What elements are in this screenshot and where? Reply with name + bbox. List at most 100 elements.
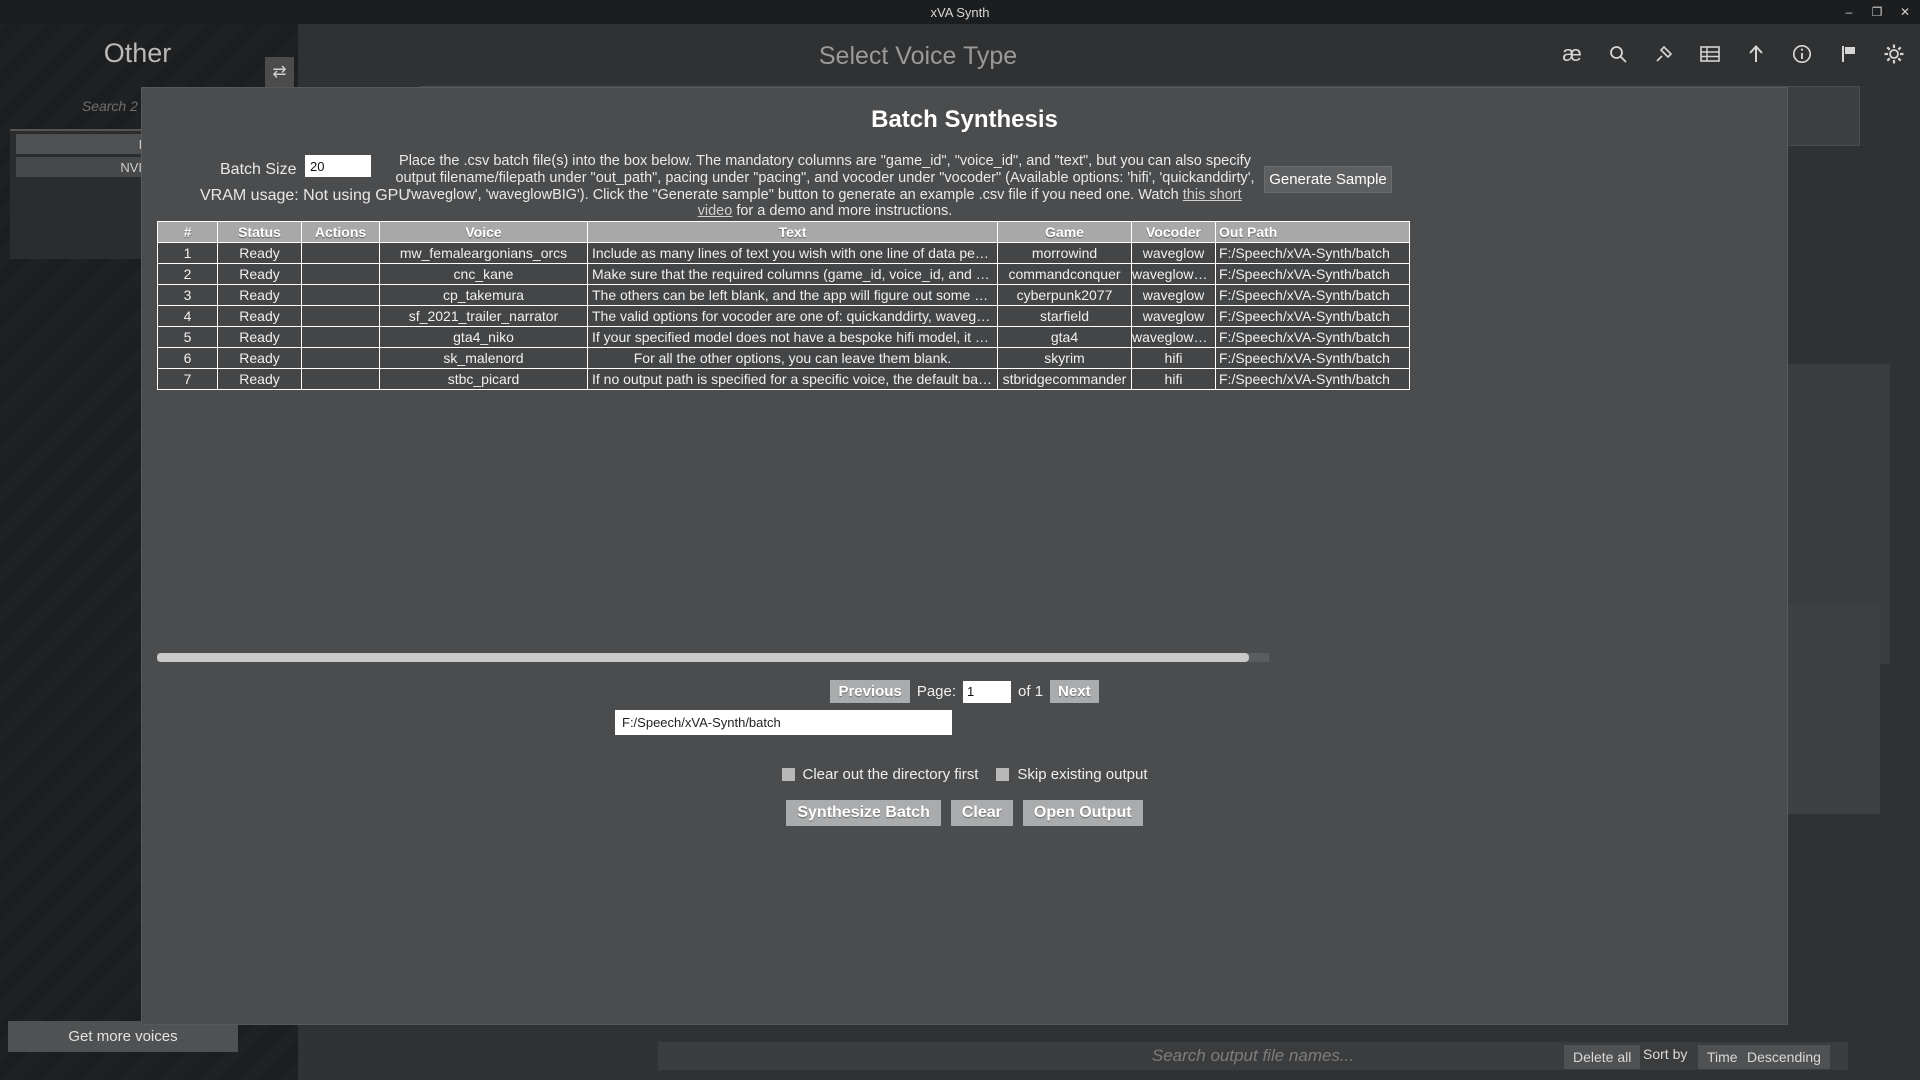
column-header-voice[interactable]: Voice xyxy=(379,221,588,243)
page-total-label: of 1 xyxy=(1018,683,1044,700)
table-row[interactable]: 4 Ready sf_2021_trailer_narrator The val… xyxy=(157,305,1410,327)
cell-game: stbridgecommander xyxy=(997,368,1132,390)
skip-existing-checkbox-group[interactable]: Skip existing output xyxy=(996,766,1147,783)
gear-icon[interactable] xyxy=(1882,42,1906,66)
instructions-part1: Place the .csv batch file(s) into the bo… xyxy=(395,153,1255,203)
cell-vocoder: waveglow xyxy=(1131,242,1216,264)
cell-voice: sk_malenord xyxy=(379,347,588,369)
cell-text: If no output path is specified for a spe… xyxy=(587,368,998,390)
table-icon[interactable] xyxy=(1698,42,1722,66)
plug-icon[interactable] xyxy=(1652,42,1676,66)
cell-voice: gta4_niko xyxy=(379,326,588,348)
flag-icon[interactable] xyxy=(1836,42,1860,66)
table-row[interactable]: 3 Ready cp_takemura The others can be le… xyxy=(157,284,1410,306)
column-header-status[interactable]: Status xyxy=(217,221,302,243)
cell-status: Ready xyxy=(217,284,302,306)
page-number-input[interactable]: 1 xyxy=(963,680,1012,703)
cell-outpath: F:/Speech/xVA-Synth/batch xyxy=(1215,368,1410,390)
cell-voice: sf_2021_trailer_narrator xyxy=(379,305,588,327)
cell-actions[interactable] xyxy=(301,242,380,264)
cell-actions[interactable] xyxy=(301,284,380,306)
modal-action-buttons: Synthesize Batch Clear Open Output xyxy=(142,800,1787,826)
get-more-voices-button[interactable]: Get more voices xyxy=(8,1021,238,1052)
sort-direction-button[interactable]: Descending xyxy=(1738,1045,1830,1069)
cell-status: Ready xyxy=(217,305,302,327)
upload-arrow-icon[interactable] xyxy=(1744,42,1768,66)
cell-outpath: F:/Speech/xVA-Synth/batch xyxy=(1215,326,1410,348)
synthesize-batch-button[interactable]: Synthesize Batch xyxy=(786,800,941,826)
cell-actions[interactable] xyxy=(301,368,380,390)
sort-by-label: Sort by xyxy=(1643,1046,1688,1062)
vram-usage-label: VRAM usage: Not using GPU xyxy=(200,187,410,204)
cell-text: The valid options for vocoder are one of… xyxy=(587,305,998,327)
page-label: Page: xyxy=(916,683,957,700)
table-row[interactable]: 5 Ready gta4_niko If your specified mode… xyxy=(157,326,1410,348)
clear-button[interactable]: Clear xyxy=(950,800,1013,826)
cell-game: skyrim xyxy=(997,347,1132,369)
cell-outpath: F:/Speech/xVA-Synth/batch xyxy=(1215,284,1410,306)
next-page-button[interactable]: Next xyxy=(1050,680,1099,703)
window-controls: – ❐ ✕ xyxy=(1842,0,1912,24)
column-header-actions[interactable]: Actions xyxy=(301,221,380,243)
cell-text: For all the other options, you can leave… xyxy=(587,347,998,369)
batch-size-input[interactable]: 20 xyxy=(305,155,371,177)
minimize-icon[interactable]: – xyxy=(1842,5,1856,19)
cell-actions[interactable] xyxy=(301,347,380,369)
column-header-game[interactable]: Game xyxy=(997,221,1132,243)
scrollbar-thumb[interactable] xyxy=(157,653,1249,662)
cell-game: cyberpunk2077 xyxy=(997,284,1132,306)
output-bottom-bar: Search output file names... Delete all S… xyxy=(298,1032,1920,1080)
cell-actions[interactable] xyxy=(301,305,380,327)
table-row[interactable]: 1 Ready mw_femaleargonians_orcs Include … xyxy=(157,242,1410,264)
instructions-part2: for a demo and more instructions. xyxy=(732,203,953,220)
cell-status: Ready xyxy=(217,263,302,285)
batch-table: # Status Actions Voice Text Game Vocoder… xyxy=(157,221,1410,390)
cell-num: 2 xyxy=(157,263,218,285)
table-row[interactable]: 6 Ready sk_malenord For all the other op… xyxy=(157,347,1410,369)
cell-actions[interactable] xyxy=(301,326,380,348)
cell-outpath: F:/Speech/xVA-Synth/batch xyxy=(1215,305,1410,327)
previous-page-button[interactable]: Previous xyxy=(830,680,910,703)
cell-voice: stbc_picard xyxy=(379,368,588,390)
cell-text: If your specified model does not have a … xyxy=(587,326,998,348)
info-icon[interactable] xyxy=(1790,42,1814,66)
open-output-button[interactable]: Open Output xyxy=(1022,800,1143,826)
clear-directory-checkbox[interactable] xyxy=(781,768,795,781)
cell-num: 5 xyxy=(157,326,218,348)
cell-status: Ready xyxy=(217,242,302,264)
instructions-text: Place the .csv batch file(s) into the bo… xyxy=(390,153,1260,220)
table-row[interactable]: 7 Ready stbc_picard If no output path is… xyxy=(157,368,1410,390)
options-checkboxes: Clear out the directory first Skip exist… xyxy=(142,766,1787,783)
column-header-outpath[interactable]: Out Path xyxy=(1215,221,1410,243)
cell-voice: mw_femaleargonians_orcs xyxy=(379,242,588,264)
skip-existing-label: Skip existing output xyxy=(1017,766,1148,783)
horizontal-scrollbar[interactable] xyxy=(157,653,1269,662)
swap-arrows-icon[interactable]: ⇄ xyxy=(265,57,294,87)
batch-synthesis-modal: Batch Synthesis Batch Size 20 VRAM usage… xyxy=(142,88,1787,1024)
table-header-row: # Status Actions Voice Text Game Vocoder… xyxy=(157,221,1410,243)
ae-ligature-icon[interactable]: æ xyxy=(1560,41,1584,66)
cell-status: Ready xyxy=(217,368,302,390)
voice-type-title: Select Voice Type xyxy=(818,42,1018,70)
skip-existing-checkbox[interactable] xyxy=(996,768,1010,781)
cell-game: commandconquer xyxy=(997,263,1132,285)
search-icon[interactable] xyxy=(1606,42,1630,66)
table-row[interactable]: 2 Ready cnc_kane Make sure that the requ… xyxy=(157,263,1410,285)
column-header-vocoder[interactable]: Vocoder xyxy=(1131,221,1216,243)
output-path-input[interactable]: F:/Speech/xVA-Synth/batch xyxy=(615,710,952,735)
maximize-icon[interactable]: ❐ xyxy=(1870,5,1884,19)
column-header-num[interactable]: # xyxy=(157,221,218,243)
generate-sample-button[interactable]: Generate Sample xyxy=(1264,166,1392,193)
top-toolbar: æ xyxy=(1560,41,1906,66)
clear-directory-checkbox-group[interactable]: Clear out the directory first xyxy=(781,766,978,783)
cell-num: 4 xyxy=(157,305,218,327)
delete-all-button[interactable]: Delete all xyxy=(1564,1045,1641,1069)
close-icon[interactable]: ✕ xyxy=(1898,5,1912,19)
cell-voice: cnc_kane xyxy=(379,263,588,285)
cell-num: 7 xyxy=(157,368,218,390)
cell-actions[interactable] xyxy=(301,263,380,285)
column-header-text[interactable]: Text xyxy=(587,221,998,243)
cell-game: morrowind xyxy=(997,242,1132,264)
cell-text: The others can be left blank, and the ap… xyxy=(587,284,998,306)
cell-outpath: F:/Speech/xVA-Synth/batch xyxy=(1215,263,1410,285)
